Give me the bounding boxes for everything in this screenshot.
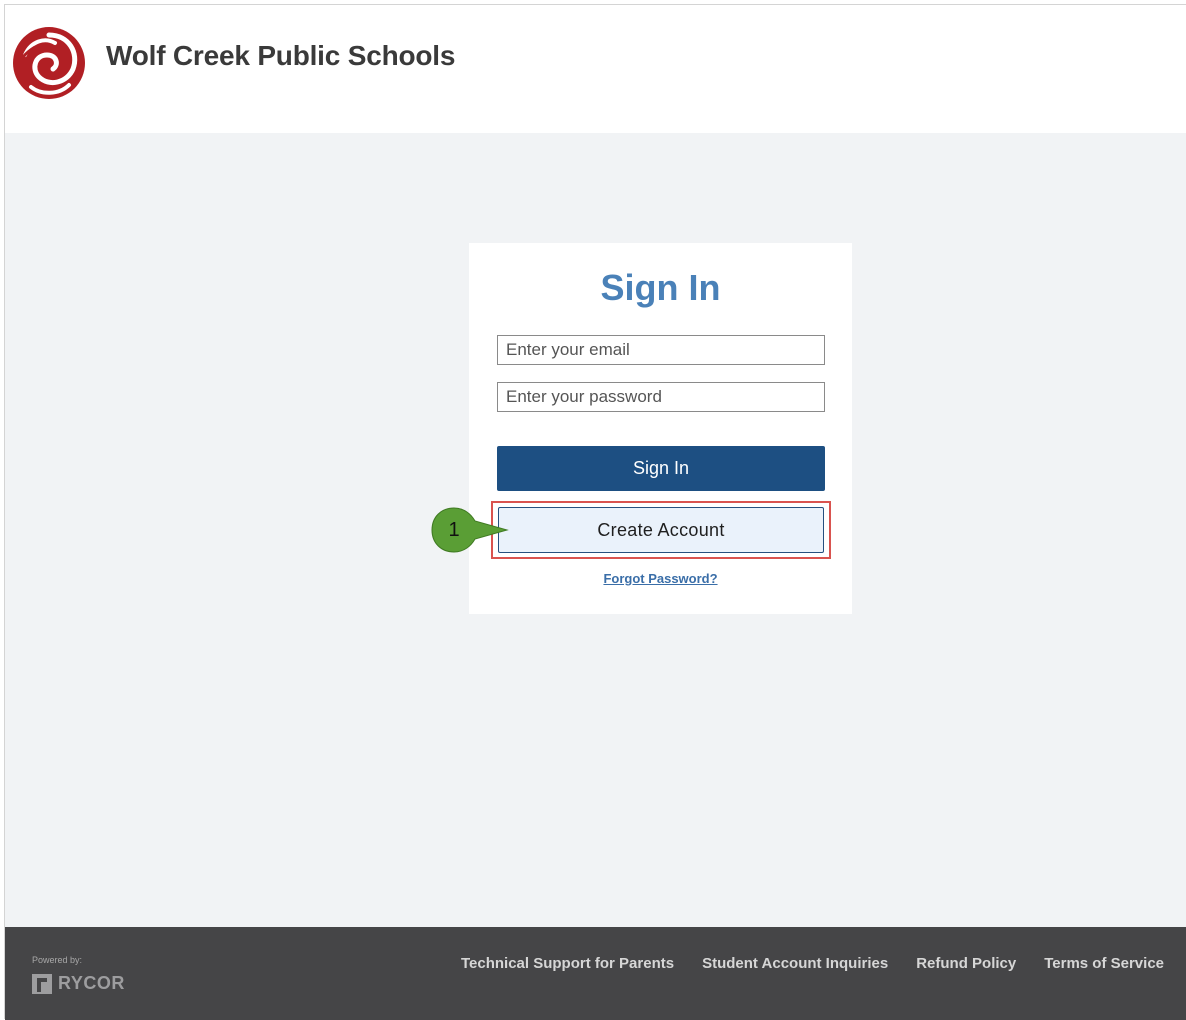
password-input[interactable] bbox=[497, 382, 825, 412]
main-content: Sign In Sign In Create Account Forgot Pa… bbox=[5, 133, 1186, 927]
signin-card: Sign In Sign In Create Account Forgot Pa… bbox=[469, 243, 852, 614]
signin-button[interactable]: Sign In bbox=[497, 446, 825, 491]
forgot-password-link[interactable]: Forgot Password? bbox=[469, 571, 852, 586]
browser-page: Wolf Creek Public Schools Sign In Sign I… bbox=[4, 4, 1186, 1020]
create-account-button[interactable]: Create Account bbox=[498, 507, 824, 553]
rycor-mark-icon bbox=[32, 973, 52, 994]
footer-link-technical-support[interactable]: Technical Support for Parents bbox=[461, 955, 674, 972]
site-footer: Powered by: RYCOR Technical Support for … bbox=[5, 927, 1186, 1020]
step-number: 1 bbox=[448, 519, 460, 541]
swirl-logo-icon[interactable] bbox=[11, 25, 87, 101]
rycor-brand-name: RYCOR bbox=[58, 973, 125, 993]
email-input[interactable] bbox=[497, 335, 825, 365]
site-header: Wolf Creek Public Schools bbox=[5, 5, 1186, 133]
footer-links: Technical Support for Parents Student Ac… bbox=[461, 955, 1164, 972]
signin-title: Sign In bbox=[600, 267, 721, 308]
footer-link-terms[interactable]: Terms of Service bbox=[1044, 955, 1164, 972]
footer-link-refund-policy[interactable]: Refund Policy bbox=[916, 955, 1016, 972]
rycor-logo[interactable]: RYCOR bbox=[32, 973, 125, 994]
org-name: Wolf Creek Public Schools bbox=[106, 40, 456, 71]
footer-link-student-account[interactable]: Student Account Inquiries bbox=[702, 955, 888, 972]
powered-by-label: Powered by: bbox=[32, 955, 83, 965]
